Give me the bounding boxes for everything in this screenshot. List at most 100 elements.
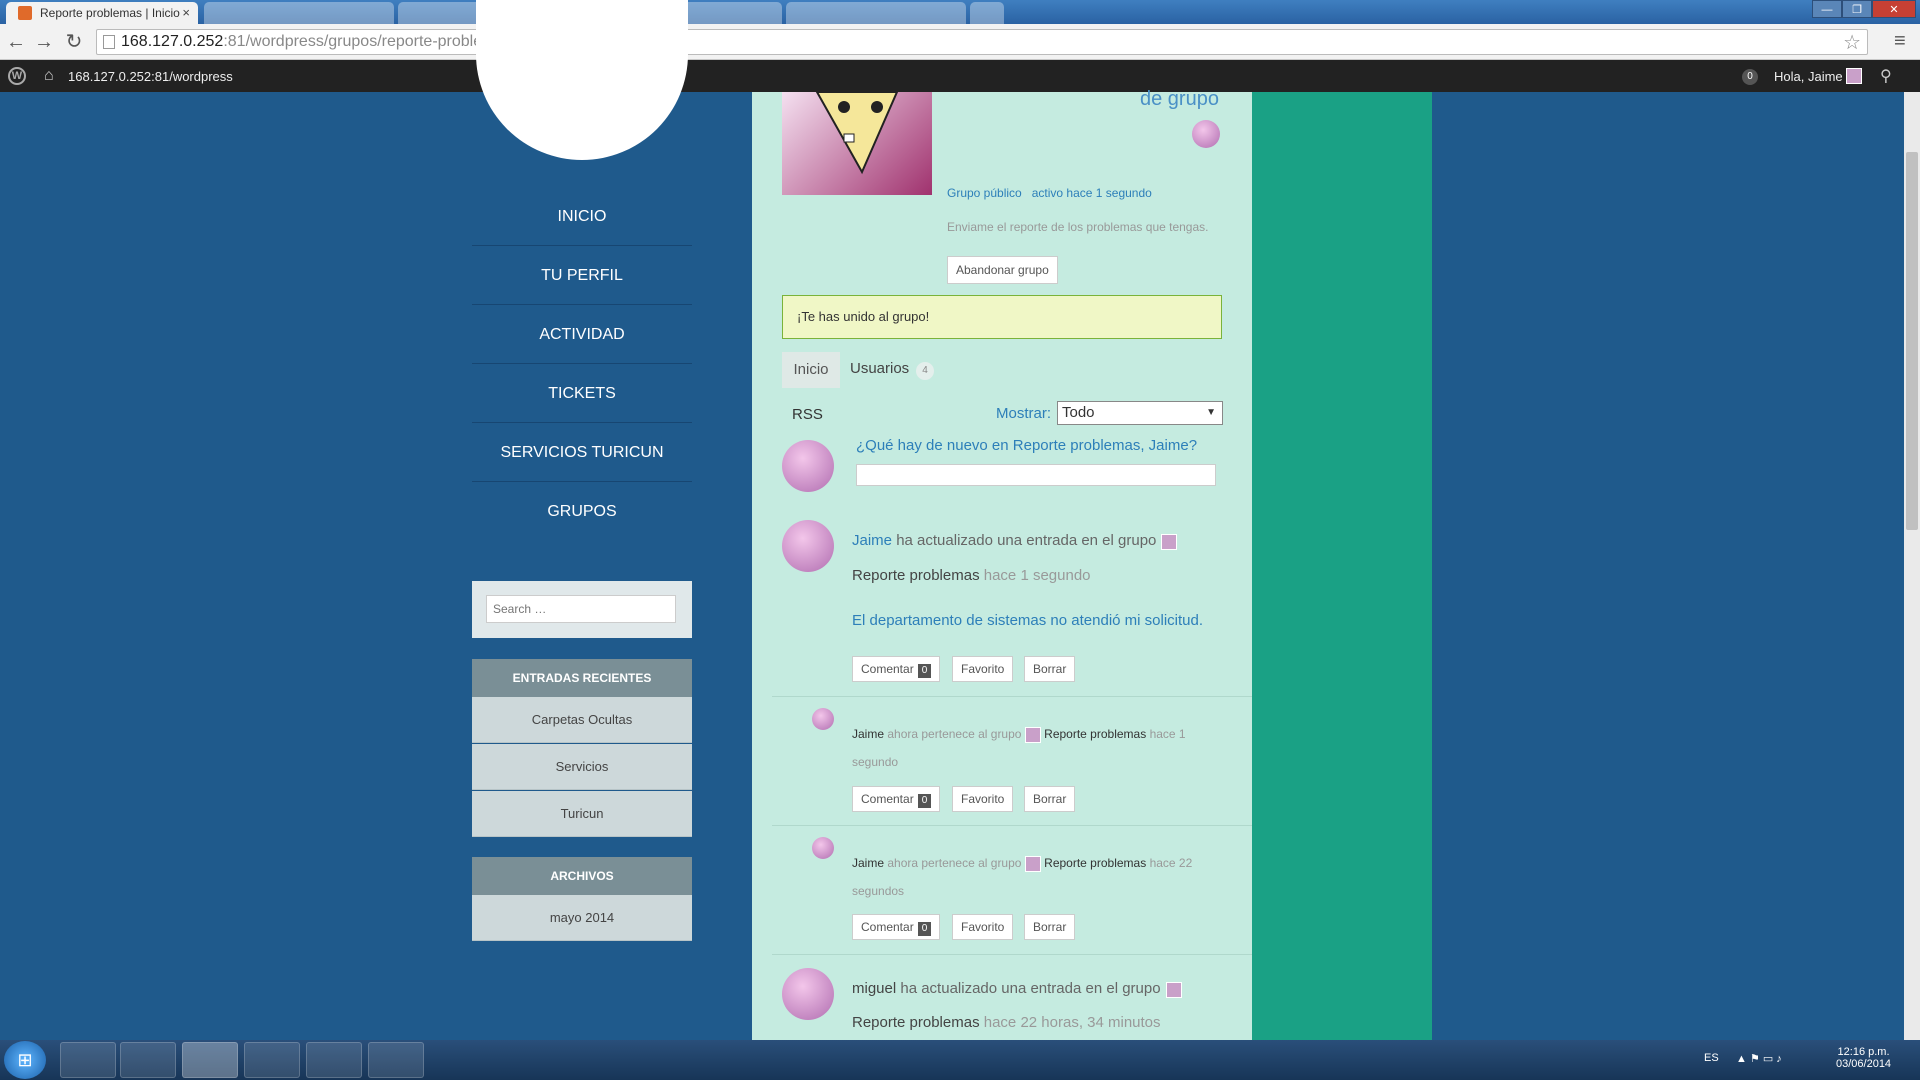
search-widget: [472, 581, 692, 638]
maximize-button[interactable]: ❐: [1842, 0, 1872, 18]
wp-admin-bar: W ⌂ 168.127.0.252:81/wordpress 0 Hola, J…: [0, 60, 1920, 92]
group-admins-label: de grupo: [1140, 88, 1219, 110]
activity-group-line: Reporte problemas hace 1 segundo: [852, 567, 1091, 584]
group-avatar: [782, 91, 932, 195]
scrollbar-thumb[interactable]: [1906, 152, 1918, 530]
activity-user-link[interactable]: Jaime: [852, 532, 892, 549]
activity-user-link[interactable]: Jaime: [852, 856, 884, 870]
activity-header: Jaime ha actualizado una entrada en el g…: [852, 532, 1177, 550]
current-user-avatar[interactable]: [782, 440, 834, 492]
activity-avatar[interactable]: [812, 837, 834, 859]
account-greeting[interactable]: Hola, Jaime: [1774, 69, 1843, 84]
delete-button[interactable]: Borrar: [1024, 786, 1076, 812]
activity-header: Jaime ahora pertenece al grupo Reporte p…: [852, 849, 1212, 905]
bookmark-star-icon[interactable]: ☆: [1843, 30, 1861, 55]
media-player-task[interactable]: [120, 1042, 176, 1078]
notifications-badge[interactable]: 0: [1742, 69, 1758, 85]
search-icon[interactable]: ⚲: [1880, 66, 1892, 86]
comment-button[interactable]: Comentar 0: [852, 786, 941, 812]
recent-post-link[interactable]: Servicios: [472, 744, 692, 790]
favorite-button[interactable]: Favorito: [952, 786, 1014, 812]
nav-grupos[interactable]: GRUPOS: [472, 483, 692, 541]
favorite-button[interactable]: Favorito: [952, 656, 1014, 682]
close-tab-icon[interactable]: ×: [182, 2, 190, 24]
nav-inicio[interactable]: INICIO: [472, 188, 692, 246]
nav-actividad[interactable]: ACTIVIDAD: [472, 306, 692, 364]
rss-favicon-icon: [18, 6, 32, 20]
language-indicator[interactable]: ES: [1704, 1052, 1719, 1064]
entry-divider: [772, 954, 1252, 955]
group-mini-avatar[interactable]: [1024, 726, 1041, 743]
archive-link[interactable]: mayo 2014: [472, 895, 692, 941]
wordpress-logo-icon[interactable]: W: [8, 67, 26, 85]
folder-task[interactable]: [306, 1042, 362, 1078]
minimize-button[interactable]: —: [1812, 0, 1842, 18]
activity-action: ha actualizado una entrada en el grupo: [896, 532, 1157, 549]
reload-icon[interactable]: ↻: [62, 30, 86, 54]
tab-usuarios[interactable]: Usuarios: [850, 360, 909, 377]
tab-inicio[interactable]: Inicio: [782, 352, 840, 388]
chrome-task[interactable]: [182, 1042, 238, 1078]
group-avatar-face-icon: [815, 91, 899, 175]
paint-task[interactable]: [368, 1042, 424, 1078]
group-activity-time: activo hace 1 segundo: [1031, 186, 1152, 200]
archives-title: ARCHIVOS: [472, 857, 692, 895]
file-explorer-task[interactable]: [60, 1042, 116, 1078]
clock[interactable]: 12:16 p.m. 03/06/2014: [1836, 1046, 1891, 1070]
user-avatar[interactable]: [1846, 68, 1862, 84]
tab-active[interactable]: Reporte problemas | Inicio ×: [6, 2, 198, 24]
comment-button[interactable]: Comentar 0: [852, 914, 941, 940]
group-description: Enviame el reporte de los problemas que …: [947, 220, 1209, 234]
nav-servicios-turicun[interactable]: SERVICIOS TURICUN: [472, 424, 692, 482]
group-mini-avatar[interactable]: [1166, 982, 1182, 998]
activity-avatar[interactable]: [812, 708, 834, 730]
post-prompt: ¿Qué hay de nuevo en Reporte problemas, …: [856, 437, 1198, 454]
comment-button[interactable]: Comentar 0: [852, 656, 941, 682]
activity-time[interactable]: hace 22 horas, 34 minutos: [984, 1014, 1161, 1031]
sublime-task[interactable]: [244, 1042, 300, 1078]
filter-label: Mostrar:: [996, 405, 1052, 422]
group-admin-avatar[interactable]: [1192, 120, 1220, 148]
search-input[interactable]: [486, 595, 676, 623]
activity-group-line: Reporte problemas hace 22 horas, 34 minu…: [852, 1014, 1161, 1031]
tab-inactive[interactable]: [786, 2, 966, 24]
recent-post-link[interactable]: Carpetas Ocultas: [472, 697, 692, 743]
rss-link[interactable]: RSS: [792, 406, 823, 423]
new-tab-button[interactable]: [970, 2, 1004, 24]
site-name-link[interactable]: 168.127.0.252:81/wordpress: [68, 69, 233, 84]
whats-new-textarea[interactable]: [856, 464, 1216, 486]
favorite-button[interactable]: Favorito: [952, 914, 1014, 940]
activity-group-link[interactable]: Reporte problemas: [1044, 727, 1146, 741]
tab-inactive[interactable]: [204, 2, 394, 24]
start-button[interactable]: ⊞: [4, 1041, 46, 1079]
address-bar[interactable]: 168.127.0.252:81/wordpress/grupos/report…: [96, 29, 1868, 55]
activity-time[interactable]: hace 1 segundo: [984, 567, 1091, 584]
group-mini-avatar[interactable]: [1024, 855, 1041, 872]
filter-select[interactable]: Todo ▼: [1057, 401, 1223, 425]
activity-action: ha actualizado una entrada en el grupo: [900, 980, 1161, 997]
home-icon[interactable]: ⌂: [44, 67, 54, 85]
group-mini-avatar[interactable]: [1161, 534, 1177, 550]
leave-group-button[interactable]: Abandonar grupo: [947, 256, 1058, 284]
back-arrow-icon[interactable]: ←: [4, 30, 28, 54]
windows-taskbar: ⊞ ES ▲ ⚑ ▭ ♪ 12:16 p.m. 03/06/2014: [0, 1040, 1920, 1080]
recent-post-link[interactable]: Turicun: [472, 791, 692, 837]
site-logo-circle: [476, 0, 688, 160]
activity-group-link[interactable]: Reporte problemas: [1044, 856, 1146, 870]
tray-icons[interactable]: ▲ ⚑ ▭ ♪: [1736, 1052, 1782, 1065]
delete-button[interactable]: Borrar: [1024, 656, 1076, 682]
activity-group-link[interactable]: Reporte problemas: [852, 1014, 980, 1031]
menu-icon[interactable]: ≡: [1894, 30, 1906, 53]
delete-button[interactable]: Borrar: [1024, 914, 1076, 940]
activity-avatar[interactable]: [782, 520, 834, 572]
nav-tickets[interactable]: TICKETS: [472, 365, 692, 423]
entry-divider: [772, 696, 1252, 697]
activity-user-link[interactable]: Jaime: [852, 727, 884, 741]
nav-tu-perfil[interactable]: TU PERFIL: [472, 247, 692, 305]
activity-user-link[interactable]: miguel: [852, 980, 896, 997]
forward-arrow-icon[interactable]: →: [32, 30, 56, 54]
tab-strip: Reporte problemas | Inicio × — ❐ ✕: [0, 0, 1920, 24]
activity-avatar[interactable]: [782, 968, 834, 1020]
activity-group-link[interactable]: Reporte problemas: [852, 567, 980, 584]
close-window-button[interactable]: ✕: [1872, 0, 1916, 18]
